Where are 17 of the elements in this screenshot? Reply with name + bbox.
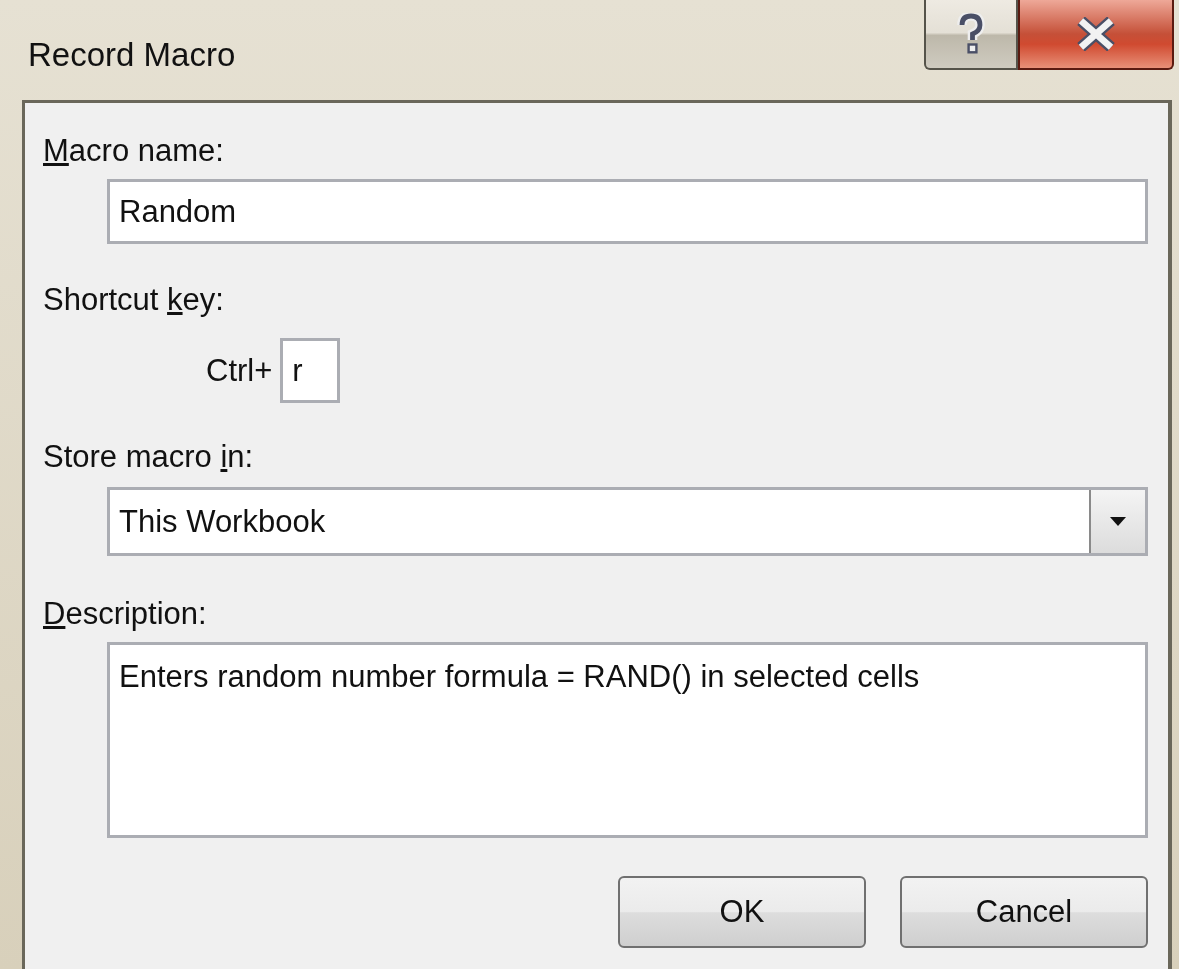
input-field[interactable]: r [280,338,341,403]
caret-icon [1110,517,1126,526]
field-label: Macro name: [43,133,225,169]
text-area[interactable]: Enters random number formula = RAND() in selected cells [107,642,1148,838]
window-title: Record Macro [28,36,236,74]
dropdown[interactable]: This Workbook [107,487,1148,556]
dialog-button[interactable]: Cancel [900,876,1148,948]
field-label: Store macro in: [43,439,255,475]
help-button[interactable] [924,0,1018,70]
field-label: Description: [43,596,208,632]
help-icon [956,13,986,55]
input-field[interactable]: Random [107,179,1148,244]
field-label: Shortcut key: [43,282,225,318]
close-button[interactable] [1018,0,1174,70]
dialog-button[interactable]: OK [618,876,866,948]
close-icon [1076,17,1116,51]
field-label: Ctrl+ [206,352,273,389]
